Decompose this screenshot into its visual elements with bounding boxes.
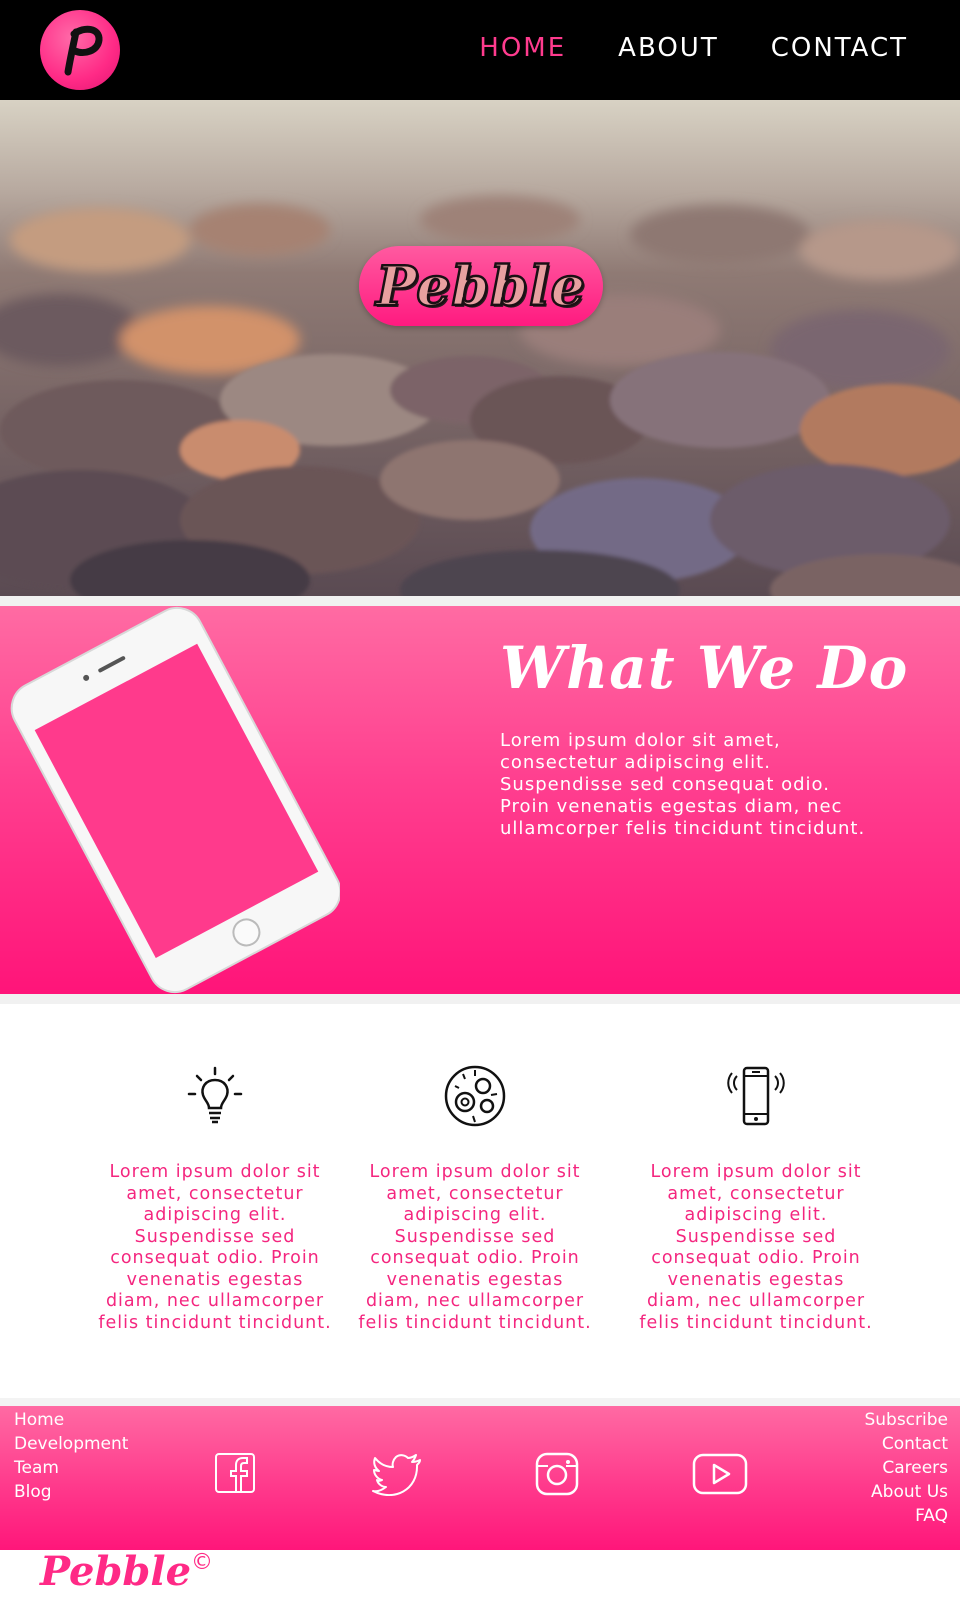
section-divider xyxy=(0,994,960,1004)
feature-text-line: venenatis egestas xyxy=(386,1269,564,1290)
features-section: Lorem ipsum dolor sit amet, consectetur … xyxy=(0,1004,960,1404)
feature-text-line: diam, nec ullamcorper xyxy=(365,1291,585,1311)
description-line: ullamcorper felis tincidunt tincidunt. xyxy=(500,818,866,839)
feature-card-idea: Lorem ipsum dolor sit amet, consectetur … xyxy=(95,1064,335,1334)
feature-text-line: felis tincidunt tincidunt. xyxy=(358,1312,592,1333)
feature-text-line: felis tincidunt tincidunt. xyxy=(98,1312,332,1333)
feature-text-line: Suspendisse sed xyxy=(134,1226,296,1247)
section-divider xyxy=(0,596,960,606)
footer-brand-logo: Pebble xyxy=(40,1548,192,1595)
feature-text-line: consequat odio. Proin xyxy=(370,1248,580,1268)
nav-contact-link[interactable]: CONTACT xyxy=(771,33,908,63)
copyright-symbol: © xyxy=(191,1550,214,1575)
feature-text-line: consequat odio. Proin xyxy=(651,1248,861,1268)
hero-section: Pebble xyxy=(0,100,960,596)
description-line: Lorem ipsum dolor sit amet, xyxy=(500,730,781,751)
footer-nav-right: Subscribe Contact Careers About Us FAQ xyxy=(864,1408,948,1528)
brand-badge: Pebble xyxy=(359,246,603,326)
feature-text-line: Suspendisse sed xyxy=(675,1226,837,1247)
feature-text-line: adipiscing elit. xyxy=(143,1205,287,1225)
main-nav: HOME ABOUT CONTACT xyxy=(479,33,908,63)
smartphone-illustration xyxy=(10,607,340,993)
what-we-do-description: Lorem ipsum dolor sit amet, consectetur … xyxy=(500,730,900,840)
logo-icon[interactable] xyxy=(40,10,120,90)
footer-link-subscribe[interactable]: Subscribe xyxy=(864,1408,948,1432)
feature-text-line: Lorem ipsum dolor sit xyxy=(109,1162,321,1182)
pebbles-background-image xyxy=(0,100,960,596)
what-we-do-section: What We Do Lorem ipsum dolor sit amet, c… xyxy=(0,606,960,994)
feature-text-line: venenatis egestas xyxy=(126,1269,304,1290)
gears-globe-icon xyxy=(444,1065,506,1127)
lightbulb-icon xyxy=(187,1066,243,1124)
feature-text-line: Suspendisse sed xyxy=(394,1226,556,1247)
feature-text-line: adipiscing elit. xyxy=(403,1205,547,1225)
feature-text-line: felis tincidunt tincidunt. xyxy=(639,1312,873,1333)
description-line: consectetur adipiscing elit. xyxy=(500,752,771,773)
footer-nav-left: Home Development Team Blog xyxy=(14,1408,128,1504)
footer-link-blog[interactable]: Blog xyxy=(14,1480,128,1504)
footer-link-faq[interactable]: FAQ xyxy=(864,1504,948,1528)
site-footer: Home Development Team Blog Subscribe Con… xyxy=(0,1406,960,1550)
description-line: Suspendisse sed consequat odio. xyxy=(500,774,830,795)
brand-logo-text: Pebble xyxy=(375,253,586,320)
feature-card-development: Lorem ipsum dolor sit amet, consectetur … xyxy=(355,1064,595,1334)
vibrating-phone-icon xyxy=(727,1066,785,1126)
site-header: HOME ABOUT CONTACT xyxy=(0,0,960,100)
feature-text-line: diam, nec ullamcorper xyxy=(105,1291,325,1311)
copyright-brand: Pebble© xyxy=(40,1548,213,1600)
what-we-do-title: What We Do xyxy=(500,634,909,702)
footer-link-team[interactable]: Team xyxy=(14,1456,128,1480)
description-line: Proin venenatis egestas diam, nec xyxy=(500,796,843,817)
youtube-icon[interactable] xyxy=(692,1452,748,1496)
feature-text-line: amet, consectetur xyxy=(386,1183,564,1204)
feature-text-line: amet, consectetur xyxy=(126,1183,304,1204)
feature-text-line: Lorem ipsum dolor sit xyxy=(650,1162,862,1182)
feature-card-mobile: Lorem ipsum dolor sit amet, consectetur … xyxy=(636,1064,876,1334)
feature-text-line: venenatis egestas xyxy=(667,1269,845,1290)
feature-text-line: Lorem ipsum dolor sit xyxy=(369,1162,581,1182)
section-divider xyxy=(0,1398,960,1406)
footer-link-contact[interactable]: Contact xyxy=(864,1432,948,1456)
footer-link-development[interactable]: Development xyxy=(14,1432,128,1456)
feature-text-line: adipiscing elit. xyxy=(684,1205,828,1225)
nav-about-link[interactable]: ABOUT xyxy=(618,33,719,63)
logo-letter-p-icon xyxy=(64,25,103,76)
footer-link-about-us[interactable]: About Us xyxy=(864,1480,948,1504)
feature-text-line: amet, consectetur xyxy=(667,1183,845,1204)
facebook-icon[interactable] xyxy=(214,1452,258,1496)
feature-text-line: consequat odio. Proin xyxy=(110,1248,320,1268)
instagram-icon[interactable] xyxy=(535,1452,579,1496)
nav-home-link[interactable]: HOME xyxy=(479,33,566,63)
footer-link-careers[interactable]: Careers xyxy=(864,1456,948,1480)
twitter-icon[interactable] xyxy=(372,1452,424,1496)
footer-link-home[interactable]: Home xyxy=(14,1408,128,1432)
feature-text-line: diam, nec ullamcorper xyxy=(646,1291,866,1311)
